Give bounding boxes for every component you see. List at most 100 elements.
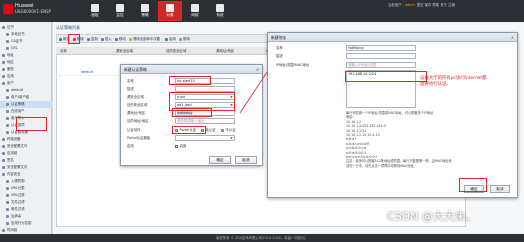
sidebar-item-label: 入侵防御 — [11, 179, 25, 183]
chevron-down-icon: ▼ — [230, 136, 233, 140]
annotation-note: 设备大厅的所有pc访问internet都需要进行认证。 — [420, 76, 487, 87]
close-icon[interactable]: × — [255, 67, 260, 72]
highlight-box — [16, 117, 47, 131]
sidebar-item-label: 用户/用户组 — [11, 95, 30, 99]
sidebar-item-icon — [6, 95, 9, 99]
sidebar-item[interactable]: 应用行为控制 — [0, 220, 52, 227]
field-label: 目的安全区域 — [127, 103, 148, 107]
sidebar-item[interactable]: URL分类 — [0, 185, 52, 192]
sidebar-item[interactable]: 签名 — [0, 157, 52, 164]
sidebar-item-label: 安全配置文件 — [7, 144, 28, 148]
nav-dashboard[interactable]: 面板 — [84, 2, 106, 20]
sidebar-item-label: 证书 — [7, 25, 14, 29]
sidebar-item-icon — [6, 193, 9, 197]
sidebar-item[interactable]: 应用 — [0, 73, 52, 80]
sidebar-item[interactable]: 证书 — [0, 24, 52, 31]
column-header[interactable]: 目的安全区域 — [166, 47, 186, 55]
sidebar-item-label: URL过滤 — [11, 193, 25, 197]
sidebar-item[interactable]: 地区 — [0, 59, 52, 66]
sidebar-item-label: default — [11, 88, 23, 92]
ok-button[interactable]: 确定 — [209, 156, 231, 164]
sidebar-item[interactable]: 本地证书 — [0, 31, 52, 38]
disable-button[interactable]: 禁用 — [179, 36, 190, 43]
dialog-title: 新建认证策略 — [121, 65, 262, 74]
sidebar-item[interactable]: 时间段 — [0, 227, 52, 234]
sidebar-item-icon — [2, 158, 5, 162]
sidebar-item-label: 反病毒 — [11, 214, 22, 218]
sidebar-item-label: CA证书 — [11, 39, 23, 43]
sidebar-item[interactable]: default — [0, 87, 52, 94]
sidebar-item[interactable]: 文件过滤 — [0, 199, 52, 206]
sidebar-item[interactable]: 用户/用户组 — [0, 94, 52, 101]
sidebar-item-icon — [6, 130, 9, 134]
field-label: 目的地址/地区 — [127, 119, 149, 123]
sidebar-item-label: 时间段 — [7, 228, 18, 232]
field-label: 源地址/地区 — [127, 111, 146, 115]
radio-label: 不认证 — [225, 128, 236, 132]
copy-icon — [87, 37, 90, 41]
move-icon — [115, 37, 118, 41]
sidebar-item[interactable]: 内容安全 — [0, 171, 52, 178]
address-description-input[interactable] — [346, 53, 416, 59]
sidebar-item[interactable]: 认证策略 — [0, 101, 52, 108]
highlight-box — [459, 178, 487, 192]
username: admin — [404, 3, 416, 7]
address-cancel-button[interactable]: 取消 — [490, 185, 510, 193]
enable-checkbox[interactable] — [175, 145, 179, 149]
sidebar-item[interactable]: 在线用户 — [0, 108, 52, 115]
sidebar-item-label: 在线用户 — [11, 109, 25, 113]
sidebar-item[interactable]: 反病毒 — [0, 213, 52, 220]
sidebar-item-label: 本地证书 — [11, 32, 25, 36]
sidebar-item-icon — [6, 179, 9, 183]
dest-address-input[interactable]: 请选择或输入地址 — [175, 118, 235, 124]
enable-button[interactable]: 启用 — [165, 36, 176, 43]
field-label: 启用 — [127, 144, 134, 148]
sidebar-item[interactable]: URL过滤 — [0, 192, 52, 199]
sidebar-item[interactable]: 服务 — [0, 66, 52, 73]
sidebar-item-label: 地址 — [7, 53, 14, 57]
new-address-dialog: 新建地址 × 名称 fsdfdsing 描述 IP地址/范围/MAC地址 请输入… — [267, 32, 518, 198]
column-header[interactable]: 源安全区域 — [116, 47, 133, 55]
address-name-input[interactable]: fsdfdsing — [346, 45, 416, 51]
sidebar-item[interactable]: 应用组 — [0, 150, 52, 157]
help-text: 每行可配置一个IP地址/范围或MAC地址，可以配置多个IP地址 例如： 10.1… — [346, 111, 452, 168]
sidebar-item[interactable]: 用户 — [0, 80, 52, 87]
sidebar-item-icon — [2, 165, 5, 169]
column-header[interactable]: 名称 — [60, 47, 67, 55]
nav-system[interactable]: 系统 — [209, 2, 231, 20]
nav-network[interactable]: 网络 — [184, 2, 206, 20]
sidebar-item[interactable]: 地址 — [0, 52, 52, 59]
copy-button[interactable]: 复制 — [87, 36, 98, 43]
move-button[interactable]: 移动 — [115, 36, 126, 43]
close-icon[interactable]: × — [510, 35, 515, 40]
sidebar-item-icon — [6, 200, 9, 204]
enable-icon — [165, 37, 168, 41]
nav-monitor[interactable]: 监控 — [109, 2, 131, 20]
sidebar-item[interactable]: CRL — [0, 45, 52, 52]
skip-auth-radio[interactable] — [221, 129, 225, 133]
sidebar-item[interactable]: CA证书 — [0, 38, 52, 45]
cancel-button[interactable]: 取消 — [235, 156, 257, 164]
highlight-box — [172, 108, 212, 117]
ip-search-input[interactable]: 请输入IP地址/范围 — [346, 62, 416, 68]
column-header[interactable]: 源地址/地区 — [216, 47, 234, 55]
sidebar-item-label: 终端设备 — [7, 137, 21, 141]
tab-auth-policy-list[interactable]: 认证策略列表 — [56, 25, 216, 33]
sidebar-item[interactable]: 终端设备 — [0, 136, 52, 143]
sidebar-item-icon — [6, 109, 9, 113]
huawei-logo-icon — [3, 4, 13, 14]
field-label: 名称 — [127, 79, 134, 83]
sidebar-item[interactable]: 邮件过滤 — [0, 206, 52, 213]
clear-hits-button[interactable]: 清除全部命中次数 — [129, 36, 160, 43]
watermark: CSDN @大大朱、 — [387, 210, 477, 223]
monitor-icon — [116, 4, 124, 12]
sidebar-item[interactable]: 安全配置文件 — [0, 143, 52, 150]
sidebar-item-icon — [6, 102, 9, 106]
sidebar-item[interactable]: 入侵防御 — [0, 178, 52, 185]
nav-policy[interactable]: 策略 — [134, 2, 156, 20]
portal-template-select[interactable]: ▼ — [175, 135, 235, 141]
sidebar-item-icon — [2, 25, 5, 29]
sidebar-item[interactable]: 安全配置文件 — [0, 164, 52, 171]
insert-button[interactable]: 插入 — [101, 36, 112, 43]
sidebar-item-label: 应用组 — [7, 151, 18, 155]
